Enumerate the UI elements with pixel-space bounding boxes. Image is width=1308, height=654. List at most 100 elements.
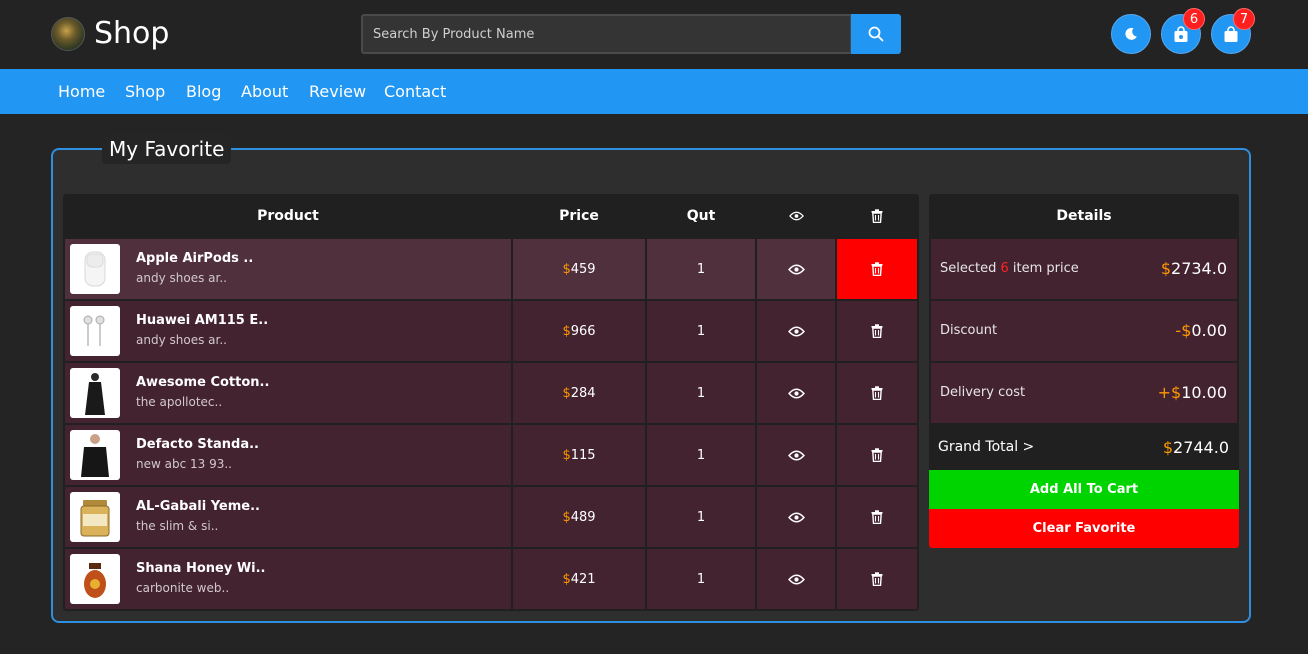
product-qty: 1 (696, 261, 706, 277)
product-image-honey-jar[interactable] (70, 492, 120, 542)
trash-icon (871, 262, 883, 276)
qty-cell: 1 (647, 549, 755, 609)
qty-cell: 1 (647, 425, 755, 485)
bag-icon (1174, 25, 1188, 42)
product-qty: 1 (696, 447, 706, 463)
product-name[interactable]: AL-Gabali Yeme.. (136, 499, 260, 514)
product-price: 489 (570, 509, 596, 525)
eye-icon (787, 450, 805, 460)
product-image-airpods[interactable] (70, 244, 120, 294)
product-image-sweater[interactable] (70, 430, 120, 480)
delete-button[interactable] (837, 425, 917, 485)
qty-cell: 1 (647, 239, 755, 299)
delete-button[interactable] (837, 239, 917, 299)
delete-button[interactable] (837, 363, 917, 423)
product-name[interactable]: Huawei AM115 E.. (136, 313, 268, 328)
nav-review[interactable]: Review (309, 69, 366, 114)
clear-favorite-button[interactable]: Clear Favorite (929, 509, 1239, 548)
details-panel: Details Selected 6 item price $2734.0 Di… (929, 194, 1239, 548)
column-header-view (757, 194, 835, 238)
nav-shop[interactable]: Shop (125, 69, 165, 114)
search-icon (868, 26, 884, 42)
product-name[interactable]: Awesome Cotton.. (136, 375, 269, 390)
view-button[interactable] (757, 363, 835, 423)
nav-about[interactable]: About (241, 69, 288, 114)
cart-count-badge: 7 (1233, 8, 1255, 30)
delete-button[interactable] (837, 487, 917, 547)
currency-symbol: $ (562, 509, 571, 525)
qty-cell: 1 (647, 487, 755, 547)
product-cell: AL-Gabali Yeme.. the slim & si.. (65, 487, 511, 547)
grand-total-row: Grand Total > $2744.0 (929, 425, 1239, 470)
view-button[interactable] (757, 239, 835, 299)
delivery-label: Delivery cost (940, 385, 1026, 400)
product-cell: Huawei AM115 E.. andy shoes ar.. (65, 301, 511, 361)
product-image-earphones[interactable] (70, 306, 120, 356)
theme-toggle-button[interactable] (1111, 14, 1151, 54)
column-header-qty: Qut (686, 208, 716, 224)
nav-contact[interactable]: Contact (384, 69, 446, 114)
product-price: 966 (570, 323, 596, 339)
table-row: Awesome Cotton.. the apollotec.. $284 1 (65, 363, 917, 423)
eye-icon (787, 264, 805, 274)
favorite-table: Product Price Qut Apple AirPods .. andy … (63, 194, 919, 611)
trash-icon (871, 572, 883, 586)
search-input[interactable] (361, 14, 852, 54)
view-button[interactable] (757, 425, 835, 485)
delivery-value: +$10.00 (1157, 383, 1227, 402)
nav-blog[interactable]: Blog (186, 69, 221, 114)
selected-label: Selected 6 item price (940, 261, 1079, 276)
product-cell: Apple AirPods .. andy shoes ar.. (65, 239, 511, 299)
column-header-product: Product (257, 208, 319, 224)
wishlist-count-badge: 6 (1183, 8, 1205, 30)
price-cell: $966 (513, 301, 645, 361)
grand-total-label[interactable]: Grand Total > (938, 425, 1034, 470)
favorite-title: My Favorite (102, 134, 232, 164)
product-name[interactable]: Apple AirPods .. (136, 251, 253, 266)
selected-price-row: Selected 6 item price $2734.0 (931, 239, 1237, 299)
product-desc: new abc 13 93.. (136, 457, 232, 471)
cart-button[interactable]: 7 (1211, 8, 1255, 54)
product-name[interactable]: Shana Honey Wi.. (136, 561, 266, 576)
currency-symbol: $ (562, 261, 571, 277)
add-all-to-cart-button[interactable]: Add All To Cart (929, 470, 1239, 509)
grand-total-value: $2744.0 (1162, 438, 1229, 457)
moon-icon (1125, 27, 1137, 40)
product-cell: Awesome Cotton.. the apollotec.. (65, 363, 511, 423)
logo-text[interactable]: Shop (94, 14, 169, 54)
product-desc: the apollotec.. (136, 395, 223, 409)
delivery-row: Delivery cost +$10.00 (931, 363, 1237, 423)
delete-button[interactable] (837, 549, 917, 609)
product-name[interactable]: Defacto Standa.. (136, 437, 259, 452)
discount-value: -$0.00 (1175, 321, 1227, 340)
product-price: 421 (570, 571, 596, 587)
delete-button[interactable] (837, 301, 917, 361)
view-button[interactable] (757, 301, 835, 361)
search-button[interactable] (851, 14, 901, 54)
product-qty: 1 (696, 385, 706, 401)
price-cell: $284 (513, 363, 645, 423)
eye-icon (787, 326, 805, 336)
table-row: Defacto Standa.. new abc 13 93.. $115 1 (65, 425, 917, 485)
product-image-cotton-dress[interactable] (70, 368, 120, 418)
header: Shop 6 7 (0, 0, 1308, 69)
trash-icon (871, 510, 883, 524)
discount-row: Discount -$0.00 (931, 301, 1237, 361)
table-row: Huawei AM115 E.. andy shoes ar.. $966 1 (65, 301, 917, 361)
main-nav: Home Shop Blog About Review Contact (0, 69, 1308, 114)
nav-home[interactable]: Home (58, 69, 105, 114)
view-button[interactable] (757, 549, 835, 609)
price-cell: $459 (513, 239, 645, 299)
price-cell: $115 (513, 425, 645, 485)
eye-icon (788, 211, 804, 221)
column-header-price: Price (559, 208, 599, 224)
currency-symbol: $ (562, 323, 571, 339)
product-image-honey-bottle[interactable] (70, 554, 120, 604)
logo-avatar[interactable] (51, 17, 85, 51)
product-qty: 1 (696, 323, 706, 339)
product-price: 284 (570, 385, 596, 401)
view-button[interactable] (757, 487, 835, 547)
wishlist-button[interactable]: 6 (1161, 8, 1205, 54)
product-desc: andy shoes ar.. (136, 333, 227, 347)
product-cell: Shana Honey Wi.. carbonite web.. (65, 549, 511, 609)
